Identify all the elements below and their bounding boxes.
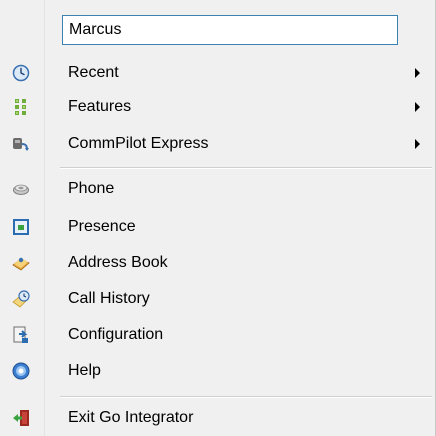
- exit-icon: [12, 409, 30, 427]
- menu-item-exit-go-integrator[interactable]: Exit Go Integrator: [0, 402, 434, 434]
- menu-item-commpilot-express[interactable]: CommPilot Express: [0, 128, 434, 160]
- features-grid-icon: [12, 98, 30, 116]
- menu-item-phone[interactable]: Phone: [0, 173, 434, 205]
- context-menu: Recent Features: [0, 0, 436, 436]
- menu-item-recent[interactable]: Recent: [0, 57, 434, 89]
- menu-item-presence[interactable]: Presence: [0, 211, 434, 243]
- menu-item-help[interactable]: Help: [0, 355, 434, 387]
- menu-item-label: Help: [68, 362, 101, 379]
- menu-item-label: Configuration: [68, 326, 164, 343]
- menu-item-label: Address Book: [68, 254, 168, 271]
- submenu-arrow-icon: [415, 139, 420, 149]
- address-book-icon: [12, 254, 30, 272]
- submenu-arrow-icon: [415, 102, 420, 112]
- menu-item-configuration[interactable]: Configuration: [0, 319, 434, 351]
- submenu-arrow-icon: [415, 68, 420, 78]
- menu-item-label: Exit Go Integrator: [68, 409, 194, 426]
- menu-item-label: Phone: [68, 180, 115, 197]
- contact-search-input[interactable]: [62, 15, 398, 45]
- menu-item-label: Recent: [68, 64, 119, 81]
- menu-item-address-book[interactable]: Address Book: [0, 247, 434, 279]
- clock-icon: [12, 64, 30, 82]
- phone-icon: [12, 180, 30, 198]
- menu-separator: [60, 167, 432, 169]
- help-icon: [12, 362, 30, 380]
- menu-item-label: Call History: [68, 290, 150, 307]
- menu-item-call-history[interactable]: Call History: [0, 283, 434, 315]
- menu-item-label: CommPilot Express: [68, 135, 209, 152]
- menu-item-label: Presence: [68, 218, 136, 235]
- menu-item-features[interactable]: Features: [0, 91, 434, 123]
- menu-separator: [60, 396, 432, 398]
- commpilot-icon: [12, 135, 30, 153]
- menu-item-label: Features: [68, 98, 132, 115]
- call-history-icon: [12, 290, 30, 308]
- configuration-icon: [12, 326, 30, 344]
- presence-icon: [12, 218, 30, 236]
